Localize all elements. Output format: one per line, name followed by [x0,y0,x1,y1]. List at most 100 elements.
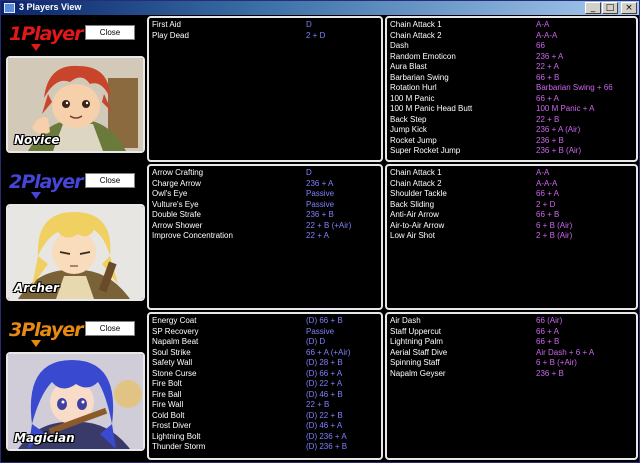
skill-row: First Aid D [152,20,381,31]
player-2-portrait: Archer [6,204,145,301]
skill-row: SP Recovery Passive [152,327,381,338]
player-1-close-button[interactable]: Close [85,25,135,40]
skill-row: Double Strafe 236 + B [152,210,381,221]
skill-name: Stone Curse [152,368,197,378]
skill-row: Napalm Geyser 236 + B [390,369,636,380]
skill-name: Anti-Air Arrow [390,210,439,219]
skill-row: Back Step 22 + B [390,115,636,126]
player-1-card: 1Player Close Novice [3,16,147,164]
skill-command: Passive [306,326,335,336]
skill-command: (D) 236 + B [306,442,348,451]
player-2-close-button[interactable]: Close [85,173,135,188]
skill-row: Lightning Bolt (D) 236 + A [152,432,381,443]
player-1-moves-panel: Chain Attack 1 A-A Chain Attack 2 A-A-A Dash… [385,16,638,162]
skill-command: 22 + B [536,114,560,124]
skill-row: Low Air Shot 2 + B (Air) [390,231,636,242]
skill-command: 236 + A [306,178,334,188]
skill-command: 22 + A [536,62,559,71]
app-icon [4,3,15,13]
client-area: 1Player Close Novice 2Player Close Arche… [3,16,638,462]
skill-row: Fire Bolt (D) 22 + A [152,379,381,390]
skill-name: Staff Uppercut [390,326,441,336]
skill-command: 236 + B [536,135,564,145]
player-2-moves-panel: Chain Attack 1 A-A Chain Attack 2 A-A-A Shou… [385,164,638,310]
skill-command: Barbarian Swing + 66 [536,83,613,92]
maximize-button[interactable]: □ [602,2,618,14]
skill-command: 66 + A [536,93,559,103]
skill-row: Play Dead 2 + D [152,31,381,42]
player-3-close-button[interactable]: Close [85,321,135,336]
skill-row: Chain Attack 1 A-A [390,20,636,31]
skill-command: A-A [536,20,550,29]
skill-command: 66 + A [536,189,559,198]
skill-command: A-A [536,168,550,177]
skill-row: 100 M Panic Head Butt 100 M Panic + A [390,104,636,115]
skill-command: (D) 46 + A [306,421,343,430]
skill-command: (D) D [306,337,326,346]
skill-name: Vulture's Eye [152,199,199,209]
skill-command: A-A-A [536,178,558,188]
skill-name: Spinning Staff [390,358,440,367]
skill-row: Energy Coat (D) 66 + B [152,316,381,327]
player-2-job-label: Archer [14,281,59,295]
player-3-marker-icon [31,340,41,347]
skill-name: Double Strafe [152,210,201,219]
skill-name: Lightning Palm [390,337,443,346]
skill-name: Frost Diver [152,421,192,430]
skill-row: Arrow Crafting D [152,168,381,179]
skill-name: Fire Ball [152,389,182,399]
skill-command: 236 + A (Air) [536,125,581,134]
skill-row: Arrow Shower 22 + B (+Air) [152,221,381,232]
skill-row: Staff Uppercut 66 + A [390,327,636,338]
skill-row: Back Sliding 2 + D [390,200,636,211]
skill-row: Thunder Storm (D) 236 + B [152,442,381,453]
skill-command: 66 + B [536,337,560,346]
skill-row: Shoulder Tackle 66 + A [390,189,636,200]
title-bar[interactable]: 3 Players View _ □ × [1,1,639,15]
skill-command: 6 + B (Air) [536,220,573,230]
skill-name: Chain Attack 1 [390,20,442,29]
skill-row: Chain Attack 2 A-A-A [390,179,636,190]
skill-row: Lightning Palm 66 + B [390,337,636,348]
skill-row: Super Rocket Jump 236 + B (Air) [390,146,636,157]
skill-name: Barbarian Swing [390,72,449,82]
player-1-portrait: Novice [6,56,145,153]
skill-command: (D) 46 + B [306,389,343,399]
skill-command: 100 M Panic + A [536,104,595,113]
skill-row: Fire Ball (D) 46 + B [152,390,381,401]
skill-command: 66 [536,41,545,50]
skill-command: 22 + A [306,231,329,240]
skill-name: Lightning Bolt [152,431,201,441]
skill-row: 100 M Panic 66 + A [390,94,636,105]
skill-row: Air-to-Air Arrow 6 + B (Air) [390,221,636,232]
skill-command: Passive [306,199,335,209]
skill-command: (D) 22 + B [306,410,343,420]
close-window-button[interactable]: × [621,2,637,14]
skill-command: (D) 66 + A [306,368,343,378]
minimize-button[interactable]: _ [585,2,601,14]
skill-name: Aura Blast [390,62,427,71]
skill-command: D [306,20,312,29]
skill-name: Rotation Hurl [390,83,437,92]
skill-row: Fire Wall 22 + B [152,400,381,411]
skill-command: 22 + B (+Air) [306,220,352,230]
skill-row: Spinning Staff 6 + B (+Air) [390,358,636,369]
skill-command: 6 + B (+Air) [536,358,577,367]
skill-row: Frost Diver (D) 46 + A [152,421,381,432]
skill-command: (D) 22 + A [306,379,343,388]
skill-name: Soul Strike [152,347,191,357]
skill-row: Aura Blast 22 + A [390,62,636,73]
skill-name: Napalm Beat [152,337,199,346]
player-1-job-label: Novice [14,133,60,147]
skill-row: Aerial Staff Dive Air Dash + 6 + A [390,348,636,359]
skill-name: Random Emoticon [390,51,456,61]
skill-row: Cold Bolt (D) 22 + B [152,411,381,422]
skill-row: Anti-Air Arrow 66 + B [390,210,636,221]
skill-name: 100 M Panic [390,93,435,103]
skill-command: 236 + B [306,210,334,219]
skill-name: Fire Bolt [152,379,182,388]
skill-row: Charge Arrow 236 + A [152,179,381,190]
skill-name: Safety Wall [152,358,193,367]
player-2-label: 2Player [9,171,84,193]
skill-name: Chain Attack 2 [390,178,442,188]
